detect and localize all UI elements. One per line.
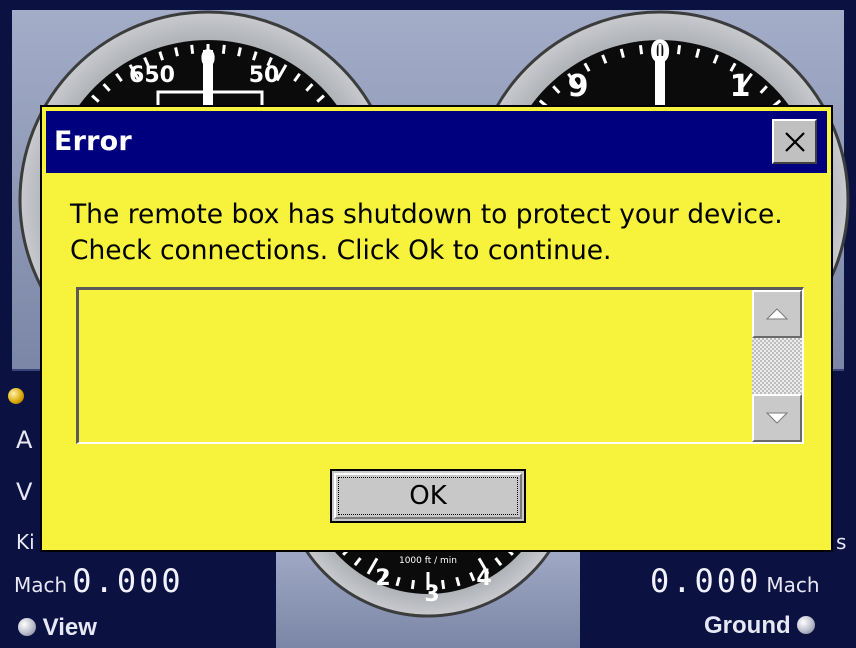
dial-tick [441, 579, 446, 590]
details-textbox[interactable] [76, 287, 804, 444]
dial-tick [174, 47, 179, 57]
dial-tick [638, 45, 644, 55]
view-button[interactable]: View [18, 614, 97, 642]
mach-label: Mach [766, 573, 820, 597]
close-button[interactable] [772, 119, 817, 164]
error-message: The remote box has shutdown to protect y… [70, 199, 783, 266]
view-button-label: View [42, 614, 97, 641]
left-label-a: A [16, 426, 33, 454]
gauge-label: 2 [375, 566, 390, 591]
triangle-up-icon [766, 308, 788, 320]
gauge-label: 50 [249, 63, 280, 88]
dial-tick [676, 45, 682, 55]
triangle-down-icon [766, 412, 788, 424]
gauge-label: 3 [424, 582, 439, 607]
left-label-v: V [16, 478, 33, 506]
mach-label: Mach [14, 573, 68, 597]
ok-button[interactable]: OK [330, 469, 526, 523]
gauge-label: 650 [129, 63, 175, 88]
left-mach-readout: Mach 0.000 [14, 562, 184, 600]
dialog-titlebar[interactable]: Error [46, 111, 827, 173]
right-label-s: s [836, 530, 847, 554]
status-led-icon [8, 388, 24, 404]
details-scrollbar[interactable] [752, 290, 802, 442]
ground-led-icon [797, 616, 816, 634]
mach-value: 0.000 [650, 562, 762, 600]
mach-value: 0.000 [72, 562, 184, 600]
ground-button-label: Ground [704, 612, 791, 639]
gauge-label: 4 [476, 566, 491, 591]
ground-button[interactable]: Ground [704, 612, 816, 640]
scroll-up-button[interactable] [752, 290, 802, 338]
right-mach-readout: 0.000 Mach [650, 562, 820, 600]
dialog-title: Error [54, 126, 132, 157]
ok-button-label: OK [338, 477, 518, 515]
error-dialog: Error The remote box has shutdown to pro… [40, 105, 833, 552]
dial-tick [410, 579, 415, 590]
gauge-label: 0 [650, 35, 671, 70]
close-icon [784, 131, 805, 152]
dial-tick [190, 44, 195, 54]
left-label-ki: Ki [16, 530, 35, 554]
gauge-label: 1 [730, 69, 751, 104]
view-led-icon [18, 618, 36, 636]
gauge-label: 9 [568, 69, 589, 104]
scroll-down-button[interactable] [752, 394, 802, 442]
dial-tick [237, 47, 242, 57]
gauge-unit: 1000 ft / min [399, 556, 457, 566]
dial-tick [221, 44, 226, 54]
gauge-label: 0 [200, 47, 215, 72]
